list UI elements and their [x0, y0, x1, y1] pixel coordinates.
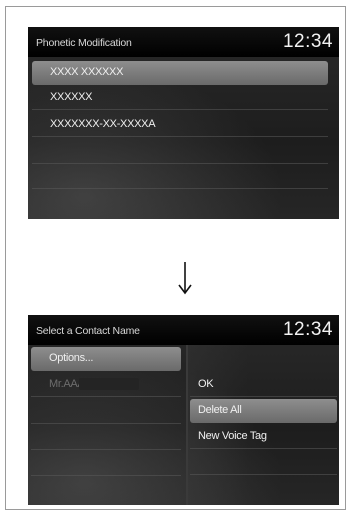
menu-item-label: New Voice Tag [198, 430, 267, 442]
list-item[interactable]: XXXXXX [32, 86, 328, 110]
list-item-label: XXXXXXX-XX-XXXXA [50, 118, 156, 130]
screen-title: Select a Contact Name [36, 325, 140, 337]
empty-row [190, 451, 337, 475]
empty-row [31, 400, 181, 424]
menu-item-new-voice-tag[interactable]: New Voice Tag [190, 425, 337, 449]
list-item-label: XXXXXX [50, 91, 93, 103]
figure-frame: Phonetic Modification 12:34 XXXX XXXXXX … [5, 6, 346, 510]
options-label: Options... [49, 352, 94, 364]
menu-item-label: OK [198, 378, 214, 390]
options-item[interactable]: Options... [31, 347, 181, 371]
down-arrow-icon [178, 262, 192, 295]
list-item-label: XXXX XXXXXX [50, 66, 124, 78]
redacted-text [79, 378, 139, 390]
title-bar: Select a Contact Name 12:34 [28, 315, 339, 345]
empty-row [32, 140, 328, 164]
clock: 12:34 [282, 31, 333, 52]
empty-row [31, 426, 181, 450]
empty-row [31, 452, 181, 476]
menu-item-delete-all[interactable]: Delete All [190, 399, 337, 423]
contact-item[interactable]: Mr.AAA [31, 373, 181, 397]
empty-row [32, 165, 328, 189]
screen-title: Phonetic Modification [36, 37, 132, 49]
phonetic-modification-screen: Phonetic Modification 12:34 XXXX XXXXXX … [28, 27, 339, 219]
contact-list-pane: Options... Mr.AAA [28, 345, 186, 505]
title-bar: Phonetic Modification 12:34 [28, 27, 339, 57]
menu-item-ok[interactable]: OK [190, 373, 337, 397]
clock: 12:34 [282, 319, 333, 340]
list-item[interactable]: XXXX XXXXXX [32, 61, 328, 85]
menu-item-label: Delete All [198, 404, 242, 416]
select-contact-name-screen: Select a Contact Name 12:34 Options... M… [28, 315, 339, 505]
options-menu-pane: OK Delete All New Voice Tag [186, 345, 339, 505]
list-item[interactable]: XXXXXXX-XX-XXXXA [32, 113, 328, 137]
